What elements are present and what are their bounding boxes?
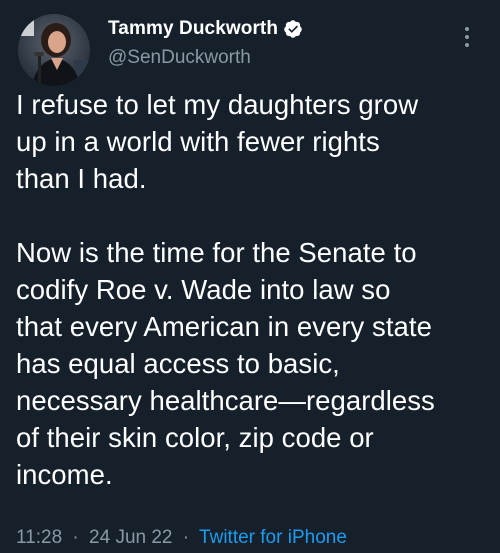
tweet-paragraph-1: I refuse to let my daughters grow up in … (16, 89, 419, 194)
meta-separator: · (72, 527, 79, 548)
tweet-source-link[interactable]: Twitter for iPhone (199, 527, 347, 548)
meta-separator: · (182, 527, 190, 548)
tweet-card: Tammy Duckworth @SenDuckworth I refuse t… (0, 0, 500, 553)
tweet-header: Tammy Duckworth @SenDuckworth (16, 10, 484, 86)
author-info: Tammy Duckworth @SenDuckworth (108, 16, 303, 69)
tweet-text: I refuse to let my daughters grow up in … (16, 86, 496, 493)
tweet-time[interactable]: 11:28 (16, 527, 62, 548)
avatar[interactable] (18, 14, 90, 86)
display-name-row: Tammy Duckworth (108, 16, 303, 42)
display-name[interactable]: Tammy Duckworth (108, 18, 278, 40)
verified-badge-icon (283, 19, 303, 39)
more-options-icon[interactable] (458, 22, 476, 52)
tweet-meta: 11:28 · 24 Jun 22 · Twitter for iPhone (16, 527, 347, 549)
author-handle[interactable]: @SenDuckworth (108, 47, 303, 69)
profile-photo-icon (18, 14, 90, 86)
tweet-paragraph-2: Now is the time for the Senate to codify… (16, 237, 435, 490)
tweet-date[interactable]: 24 Jun 22 (89, 527, 172, 548)
